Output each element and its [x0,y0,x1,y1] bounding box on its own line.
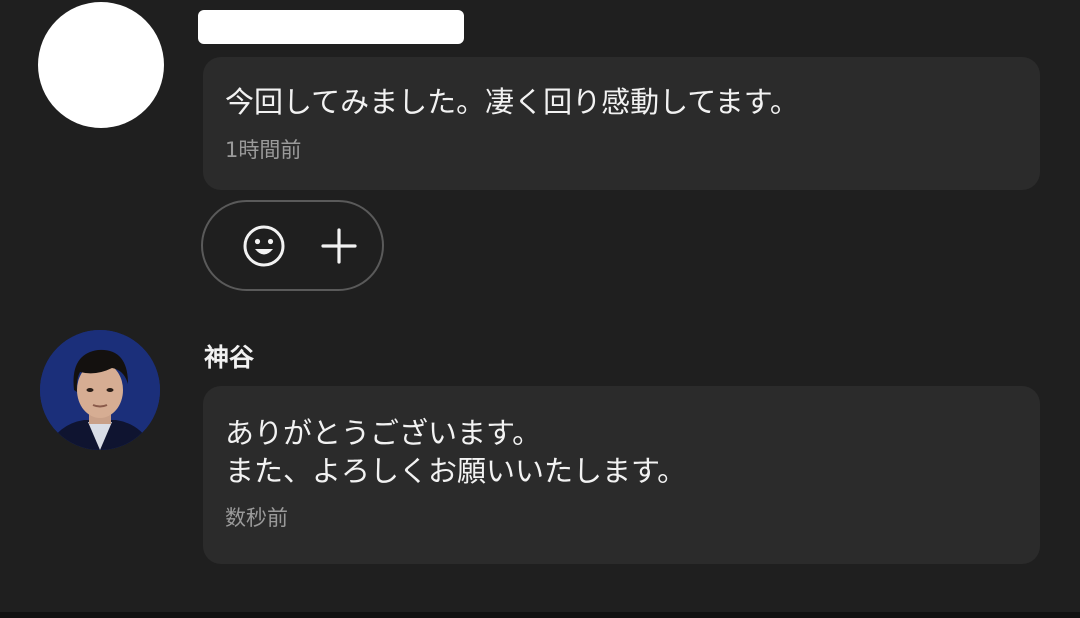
add-reaction-button[interactable] [240,222,288,270]
comment-timestamp: 1時間前 [225,138,302,162]
reaction-bar [201,200,384,291]
user-photo-icon [40,330,160,450]
comment-bubble: 今回してみました。凄く回り感動してます。 1時間前 [203,57,1040,190]
author-name-redacted [198,10,464,44]
divider [0,612,1080,618]
comment-text-line-2: また、よろしくお願いいたします。 [225,454,687,488]
avatar[interactable] [40,330,160,450]
add-button[interactable] [315,222,363,270]
author-name[interactable]: 神谷 [204,338,254,374]
avatar-redacted[interactable] [38,2,164,128]
plus-icon [321,228,357,264]
comment-text: 今回してみました。凄く回り感動してます。 [225,85,799,119]
comment-timestamp: 数秒前 [225,506,288,530]
comment-bubble: ありがとうございます。 また、よろしくお願いいたします。 数秒前 [203,386,1040,564]
comment-text-line-1: ありがとうございます。 [225,416,542,450]
smiley-face-icon [243,225,285,267]
